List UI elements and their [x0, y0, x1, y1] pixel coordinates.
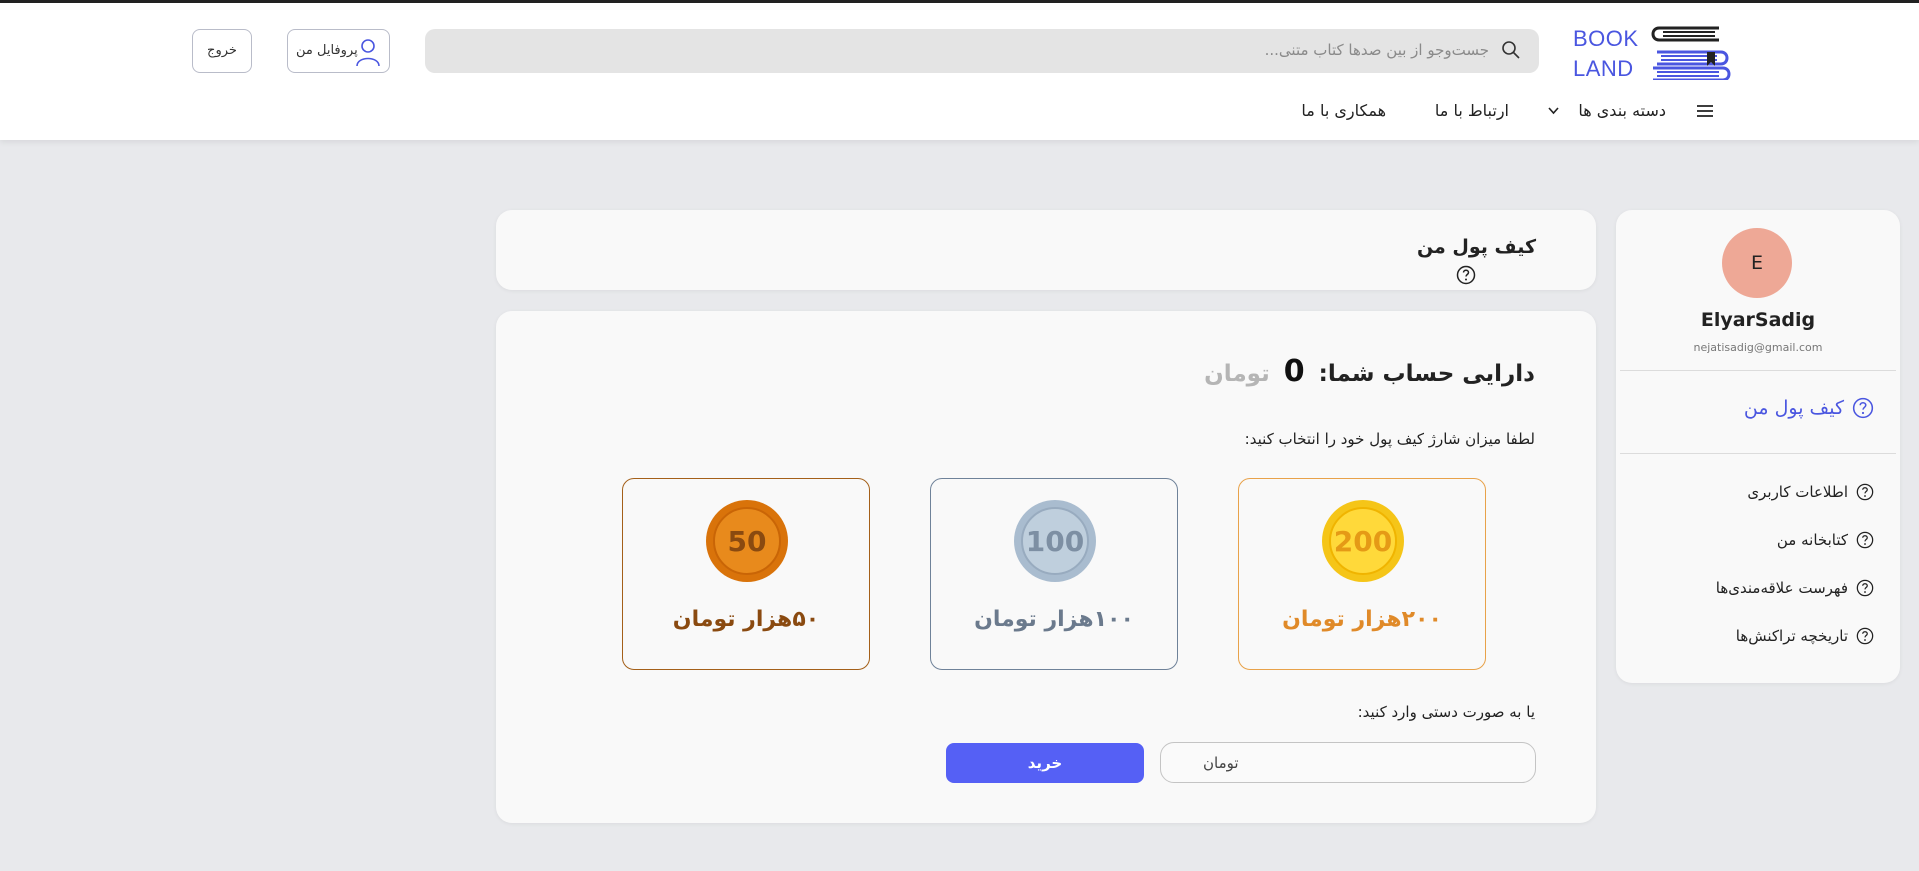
- buy-button[interactable]: خرید: [946, 743, 1144, 783]
- profile-sidebar: E ElyarSadig nejatisadig@gmail.com کیف پ…: [1616, 210, 1900, 683]
- manual-entry-prompt: یا به صورت دستی وارد کنید:: [1357, 703, 1535, 721]
- nav-categories-label: دسته بندی ها: [1578, 101, 1666, 120]
- search-icon[interactable]: [1501, 40, 1521, 60]
- sidebar-item-library[interactable]: کتابخانه من: [1777, 531, 1874, 549]
- logo-line-1: BOOK: [1573, 26, 1639, 51]
- package-100-label: ۱۰۰هزار تومان: [974, 607, 1134, 632]
- balance-currency: تومان: [1204, 361, 1270, 387]
- sidebar-item-wallet[interactable]: کیف پول من: [1744, 397, 1874, 419]
- wallet-title-card: کیف پول من: [496, 210, 1596, 290]
- amount-input[interactable]: [1160, 742, 1536, 783]
- nav-cooperate[interactable]: همکاری با ما: [1301, 101, 1386, 120]
- help-circle-icon: [1856, 579, 1874, 597]
- wallet-charge-card: دارایی حساب شما: 0 تومان لطفا میزان شارژ…: [496, 311, 1596, 823]
- coin-50-text: 50: [728, 525, 767, 558]
- sidebar-item-label: فهرست علاقه‌مندی‌ها: [1715, 579, 1848, 597]
- coin-200-text: 200: [1334, 525, 1392, 558]
- logo-text: BOOK LAND: [1573, 24, 1639, 84]
- logout-button[interactable]: خروج: [192, 29, 252, 73]
- help-circle-icon: [1852, 397, 1874, 419]
- package-50[interactable]: 50 ۵۰هزار تومان: [622, 478, 870, 670]
- sidebar-divider: [1620, 453, 1896, 454]
- user-icon: [356, 39, 380, 67]
- package-200[interactable]: 200 ۲۰۰هزار تومان: [1238, 478, 1486, 670]
- sidebar-item-wishlist[interactable]: فهرست علاقه‌مندی‌ها: [1716, 579, 1874, 597]
- sidebar-item-user-info[interactable]: اطلاعات کاربری: [1747, 483, 1874, 501]
- help-circle-icon: [1856, 627, 1874, 645]
- sidebar-item-label: تاریخچه تراکنش‌ها: [1735, 627, 1848, 645]
- search-input[interactable]: جست‌وجو از بین صدها کتاب متنی...: [1265, 41, 1489, 59]
- sidebar-item-label: اطلاعات کاربری: [1747, 483, 1848, 501]
- profile-button-label: پروفایل من: [296, 43, 358, 58]
- chevron-down-icon: [1548, 107, 1559, 115]
- sidebar-item-transactions[interactable]: تاریخچه تراکنش‌ها: [1736, 627, 1874, 645]
- search-bar[interactable]: جست‌وجو از بین صدها کتاب متنی...: [425, 29, 1539, 73]
- silver-coin-icon: 100: [1014, 500, 1096, 582]
- site-header: BOOK LAND جست‌وجو از بین صدها کتاب متنی.…: [0, 3, 1919, 140]
- charge-prompt: لطفا میزان شارژ کیف پول خود را انتخاب کن…: [1244, 430, 1535, 448]
- sidebar-item-label: کیف پول من: [1743, 397, 1844, 419]
- balance-display: دارایی حساب شما: 0 تومان: [1204, 354, 1535, 389]
- package-200-label: ۲۰۰هزار تومان: [1282, 607, 1442, 632]
- sidebar-item-label: کتابخانه من: [1776, 531, 1848, 549]
- username: ElyarSadig: [1700, 309, 1816, 331]
- bronze-coin-icon: 50: [706, 500, 788, 582]
- profile-button[interactable]: پروفایل من: [287, 29, 390, 73]
- help-circle-icon: [1456, 265, 1476, 285]
- balance-label: دارایی حساب شما:: [1318, 361, 1535, 387]
- avatar: E: [1722, 228, 1792, 298]
- coin-100-text: 100: [1026, 525, 1084, 558]
- package-100[interactable]: 100 ۱۰۰هزار تومان: [930, 478, 1178, 670]
- help-circle-icon: [1856, 483, 1874, 501]
- nav-contact[interactable]: ارتباط با ما: [1435, 101, 1509, 120]
- gold-coin-icon: 200: [1322, 500, 1404, 582]
- user-email: nejatisadig@gmail.com: [1693, 341, 1823, 354]
- package-50-label: ۵۰هزار تومان: [672, 607, 820, 632]
- logo-line-2: LAND: [1573, 56, 1634, 81]
- books-icon: [1651, 26, 1731, 80]
- balance-value: 0: [1283, 354, 1305, 389]
- hamburger-icon: [1697, 105, 1713, 117]
- page-title: کیف پول من: [1416, 236, 1536, 285]
- help-circle-icon: [1856, 531, 1874, 549]
- page-title-text: کیف پول من: [1416, 236, 1536, 258]
- bookland-logo[interactable]: BOOK LAND: [1573, 20, 1733, 84]
- sidebar-divider: [1620, 370, 1896, 371]
